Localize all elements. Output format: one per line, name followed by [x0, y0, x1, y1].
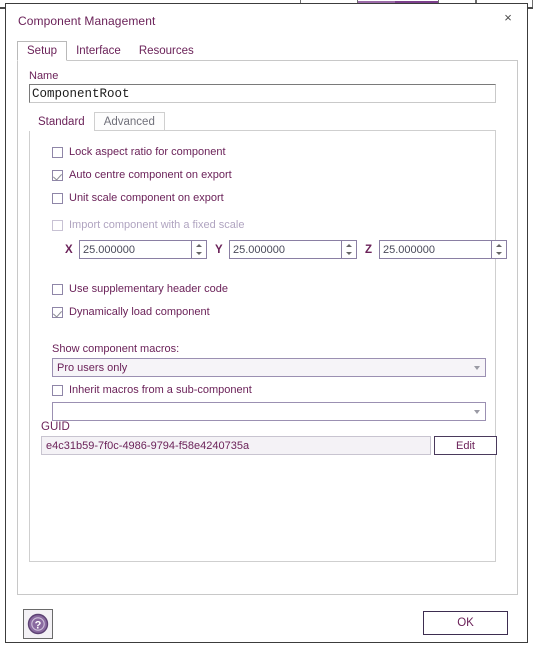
- checkbox-box: [52, 192, 63, 204]
- checkbox-label: Use supplementary header code: [69, 283, 228, 295]
- inherit-macros-select[interactable]: [52, 402, 486, 421]
- show-component-macros-select[interactable]: Pro users only: [52, 358, 486, 377]
- name-label: Name: [29, 70, 59, 82]
- close-icon[interactable]: ×: [495, 6, 521, 28]
- checkbox-box: [52, 384, 63, 396]
- tab-advanced[interactable]: Advanced: [93, 112, 165, 131]
- spin-down-icon[interactable]: [342, 250, 356, 259]
- scale-z-label: Z: [365, 243, 373, 256]
- checkbox-dynamically-load-component[interactable]: Dynamically load component: [52, 306, 210, 318]
- checkbox-label: Auto centre component on export: [69, 169, 232, 181]
- guid-label: GUID: [41, 421, 70, 433]
- checkbox-inherit-macros[interactable]: Inherit macros from a sub-component: [52, 384, 252, 396]
- show-component-macros-label: Show component macros:: [52, 343, 180, 355]
- spin-up-icon[interactable]: [192, 241, 206, 250]
- checkbox-lock-aspect-ratio[interactable]: Lock aspect ratio for component: [52, 146, 226, 158]
- checkbox-supplementary-header-code[interactable]: Use supplementary header code: [52, 283, 228, 295]
- question-mark-icon: ?: [27, 613, 49, 635]
- tab-setup[interactable]: Setup: [17, 41, 68, 61]
- guid-input[interactable]: [41, 436, 431, 455]
- tab-interface[interactable]: Interface: [67, 41, 130, 61]
- setup-tab-panel: Name Standard Advanced Lock aspect ratio…: [17, 61, 518, 595]
- help-button[interactable]: ?: [23, 609, 53, 639]
- scale-x-label: X: [65, 243, 73, 256]
- dialog-titlebar: Component Management ×: [6, 4, 527, 37]
- scale-z-input[interactable]: [379, 240, 492, 259]
- dialog-title: Component Management: [18, 14, 156, 28]
- checkbox-auto-centre[interactable]: Auto centre component on export: [52, 169, 232, 181]
- standard-advanced-tabstrip: Standard Advanced: [29, 111, 165, 131]
- checkbox-label: Lock aspect ratio for component: [69, 146, 226, 158]
- spin-down-icon[interactable]: [192, 250, 206, 259]
- svg-text:?: ?: [35, 619, 42, 631]
- checkbox-unit-scale[interactable]: Unit scale component on export: [52, 192, 224, 204]
- scale-y-label: Y: [215, 243, 223, 256]
- checkbox-label: Dynamically load component: [69, 306, 210, 318]
- spin-up-icon[interactable]: [492, 241, 506, 250]
- ok-button[interactable]: OK: [423, 611, 508, 635]
- checkbox-box: [52, 219, 63, 231]
- checkbox-label: Unit scale component on export: [69, 192, 224, 204]
- scale-z-spin-buttons[interactable]: [492, 240, 507, 259]
- checkbox-label: Import component with a fixed scale: [69, 219, 245, 231]
- show-component-macros-value: Pro users only: [57, 361, 128, 374]
- checkbox-box: [52, 146, 63, 158]
- scale-y-spin-buttons[interactable]: [342, 240, 357, 259]
- standard-tab-panel: Lock aspect ratio for component Auto cen…: [29, 130, 507, 562]
- scale-x-stepper[interactable]: [79, 240, 207, 259]
- name-input[interactable]: [29, 84, 496, 103]
- checkbox-box: [52, 283, 63, 295]
- checkbox-import-fixed-scale: Import component with a fixed scale: [52, 219, 244, 231]
- main-tabstrip: Setup Interface Resources: [17, 40, 203, 61]
- tab-resources[interactable]: Resources: [130, 41, 203, 61]
- guid-edit-button[interactable]: Edit: [434, 436, 497, 455]
- scale-x-input[interactable]: [79, 240, 192, 259]
- chevron-down-icon[interactable]: [469, 365, 485, 370]
- spin-up-icon[interactable]: [342, 241, 356, 250]
- inner-tab-mask: [30, 129, 81, 131]
- scale-y-input[interactable]: [229, 240, 342, 259]
- scale-z-group: Z: [365, 240, 507, 259]
- chevron-down-icon[interactable]: [469, 409, 485, 414]
- component-management-dialog: Component Management × Setup Interface R…: [5, 3, 528, 643]
- spin-down-icon[interactable]: [492, 250, 506, 259]
- scale-y-group: Y: [215, 240, 357, 259]
- checkbox-box: [52, 306, 63, 318]
- scale-x-group: X: [65, 240, 207, 259]
- checkbox-label: Inherit macros from a sub-component: [69, 384, 252, 396]
- scale-z-stepper[interactable]: [379, 240, 507, 259]
- scale-x-spin-buttons[interactable]: [192, 240, 207, 259]
- scale-y-stepper[interactable]: [229, 240, 357, 259]
- checkbox-box: [52, 169, 63, 181]
